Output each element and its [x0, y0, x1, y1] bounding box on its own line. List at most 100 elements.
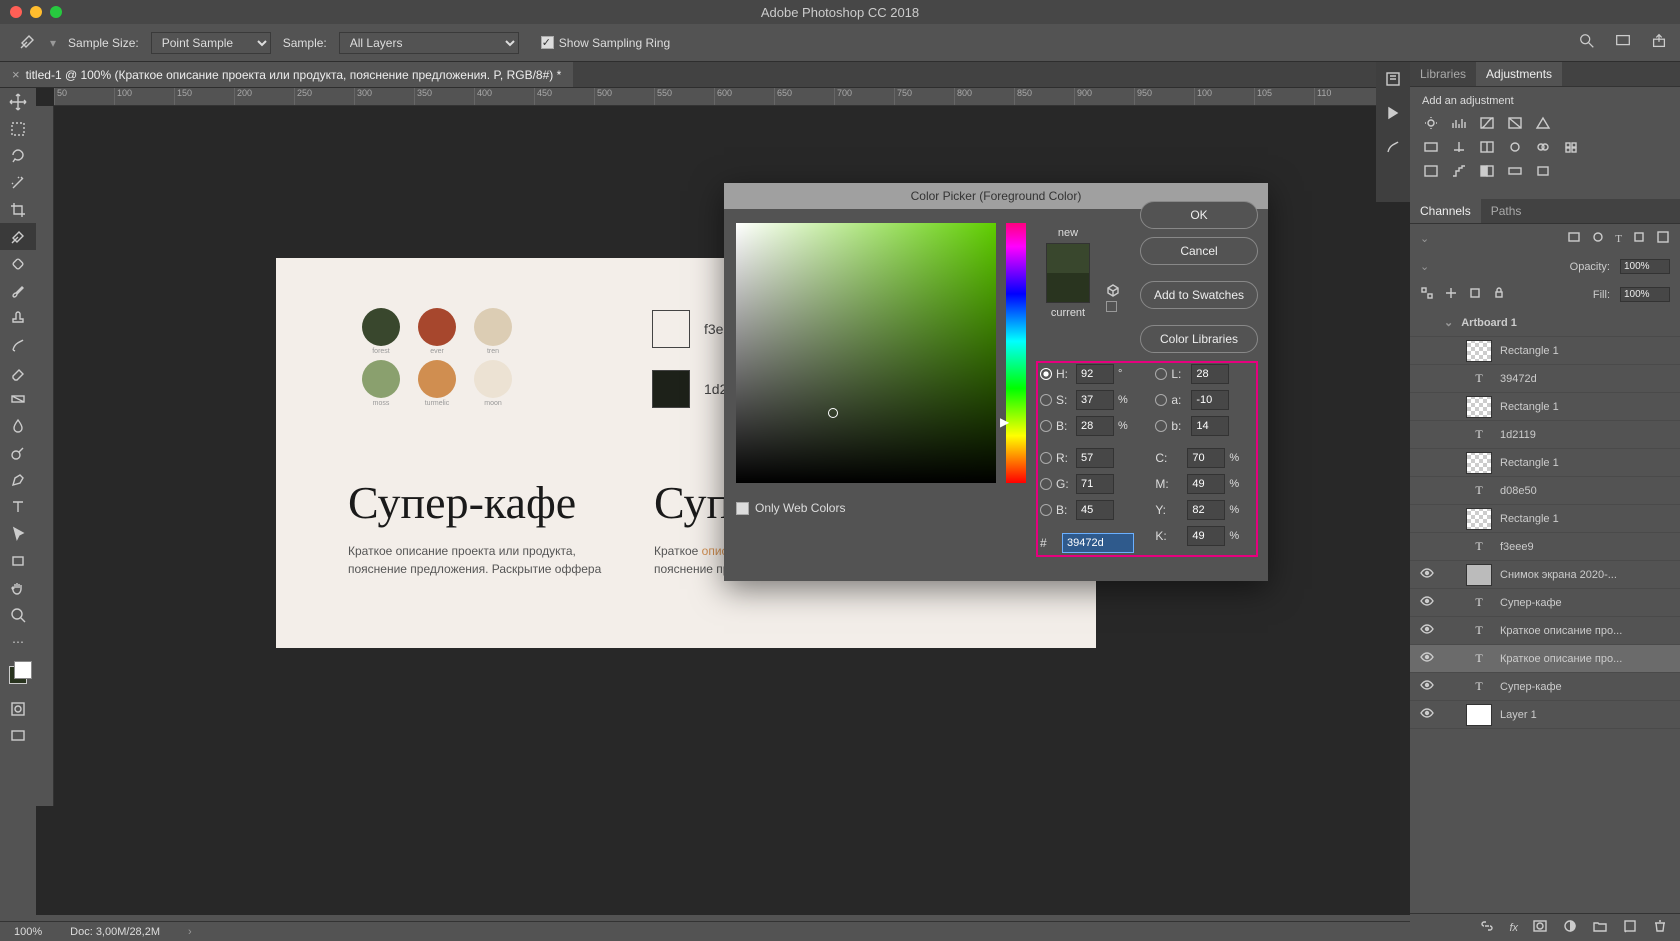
bb-input[interactable]	[1076, 500, 1114, 520]
b-radio[interactable]	[1155, 420, 1167, 432]
layer-row[interactable]: Rectangle 1	[1410, 449, 1680, 477]
g-radio[interactable]	[1040, 478, 1052, 490]
visibility-icon[interactable]	[1418, 596, 1436, 609]
lock-artboard-icon[interactable]	[1468, 286, 1482, 303]
fill-input[interactable]	[1620, 287, 1670, 302]
exposure-icon[interactable]	[1506, 115, 1524, 131]
selcolor-icon[interactable]	[1534, 163, 1552, 179]
s-radio[interactable]	[1040, 394, 1052, 406]
share-icon[interactable]	[1650, 32, 1668, 53]
type-tool[interactable]	[0, 493, 36, 520]
layer-row[interactable]: TКраткое описание про...	[1410, 617, 1680, 645]
s-input[interactable]	[1076, 390, 1114, 410]
layer-row[interactable]: TСупер-кафе	[1410, 589, 1680, 617]
layer-kind-chevron-icon[interactable]: ⌄	[1420, 232, 1429, 245]
l-radio[interactable]	[1155, 368, 1167, 380]
eraser-tool[interactable]	[0, 358, 36, 385]
group-icon[interactable]	[1592, 919, 1608, 936]
smart-filter-icon[interactable]	[1656, 230, 1670, 247]
marquee-tool[interactable]	[0, 115, 36, 142]
not-websafe-icon[interactable]	[1106, 301, 1117, 312]
gradient-tool[interactable]	[0, 385, 36, 412]
visibility-icon[interactable]	[1418, 680, 1436, 693]
layer-row[interactable]: Rectangle 1	[1410, 393, 1680, 421]
tab-paths[interactable]: Paths	[1481, 199, 1532, 223]
type-filter-icon[interactable]: T	[1615, 233, 1622, 245]
image-filter-icon[interactable]	[1567, 230, 1581, 247]
visibility-icon[interactable]	[1418, 568, 1436, 581]
sample-layers-select[interactable]: All Layers	[339, 32, 519, 54]
crop-tool[interactable]	[0, 196, 36, 223]
tab-channels[interactable]: Channels	[1410, 199, 1481, 223]
hex-input[interactable]	[1062, 533, 1134, 553]
mask-icon[interactable]	[1532, 919, 1548, 936]
l-input[interactable]	[1191, 364, 1229, 384]
bw-icon[interactable]	[1478, 139, 1496, 155]
gradientmap-icon[interactable]	[1506, 163, 1524, 179]
eyedropper-tool[interactable]	[0, 223, 36, 250]
blend-mode-chevron-icon[interactable]: ⌄	[1420, 260, 1429, 273]
maximize-window-icon[interactable]	[50, 6, 62, 18]
document-tab[interactable]: × titled-1 @ 100% (Краткое описание прое…	[0, 62, 573, 87]
colorbal-icon[interactable]	[1450, 139, 1468, 155]
link-layers-icon[interactable]	[1479, 919, 1495, 936]
visibility-icon[interactable]	[1418, 708, 1436, 721]
new-layer-icon[interactable]	[1622, 919, 1638, 936]
visibility-icon[interactable]	[1418, 624, 1436, 637]
fill-adjust-icon[interactable]	[1562, 919, 1578, 936]
m-input[interactable]	[1187, 474, 1225, 494]
adjust-filter-icon[interactable]	[1591, 230, 1605, 247]
brush-tool[interactable]	[0, 277, 36, 304]
colorlookup-icon[interactable]	[1562, 139, 1580, 155]
background-color[interactable]	[14, 661, 32, 679]
tab-libraries[interactable]: Libraries	[1410, 62, 1476, 86]
delete-layer-icon[interactable]	[1652, 919, 1668, 936]
brushes-panel-icon[interactable]	[1376, 130, 1410, 164]
h-radio[interactable]	[1040, 368, 1052, 380]
layer-row[interactable]: TКраткое описание про...	[1410, 645, 1680, 673]
move-tool[interactable]	[0, 88, 36, 115]
lock-all-icon[interactable]	[1492, 286, 1506, 303]
quick-mask-icon[interactable]	[0, 695, 36, 722]
layer-row[interactable]: Снимок экрана 2020-...	[1410, 561, 1680, 589]
bv-radio[interactable]	[1040, 420, 1052, 432]
posterize-icon[interactable]	[1450, 163, 1468, 179]
b-input[interactable]	[1191, 416, 1229, 436]
history-panel-icon[interactable]	[1376, 62, 1410, 96]
lasso-tool[interactable]	[0, 142, 36, 169]
lock-pixels-icon[interactable]	[1420, 286, 1434, 303]
blur-tool[interactable]	[0, 412, 36, 439]
r-input[interactable]	[1076, 448, 1114, 468]
opacity-input[interactable]	[1620, 259, 1670, 274]
add-to-swatches-button[interactable]: Add to Swatches	[1140, 281, 1258, 309]
photofilter-icon[interactable]	[1506, 139, 1524, 155]
close-tab-icon[interactable]: ×	[12, 67, 20, 82]
invert-icon[interactable]	[1422, 163, 1440, 179]
visibility-icon[interactable]	[1418, 652, 1436, 665]
shape-filter-icon[interactable]	[1632, 230, 1646, 247]
actions-panel-icon[interactable]	[1376, 96, 1410, 130]
status-chevron-icon[interactable]: ›	[188, 926, 192, 938]
chanmixer-icon[interactable]	[1534, 139, 1552, 155]
threshold-icon[interactable]	[1478, 163, 1496, 179]
hue-indicator-icon[interactable]: ▶	[1000, 415, 1006, 423]
hand-tool[interactable]	[0, 574, 36, 601]
hue-slider[interactable]	[1006, 223, 1026, 483]
g-input[interactable]	[1076, 474, 1114, 494]
a-input[interactable]	[1191, 390, 1229, 410]
search-icon[interactable]	[1578, 32, 1596, 53]
fx-icon[interactable]: fx	[1509, 922, 1518, 934]
color-picker-dialog[interactable]: Color Picker (Foreground Color) ▶ new cu…	[724, 183, 1268, 581]
eyedropper-icon[interactable]	[18, 31, 38, 54]
sv-cursor-icon[interactable]	[828, 408, 838, 418]
h-input[interactable]	[1076, 364, 1114, 384]
r-radio[interactable]	[1040, 452, 1052, 464]
dodge-tool[interactable]	[0, 439, 36, 466]
c-input[interactable]	[1187, 448, 1225, 468]
tool-preset-chevron-icon[interactable]: ▾	[50, 36, 56, 50]
vibrance-icon[interactable]	[1534, 115, 1552, 131]
rectangle-tool[interactable]	[0, 547, 36, 574]
web-colors-checkbox[interactable]	[736, 502, 749, 515]
layer-row[interactable]: Layer 1	[1410, 701, 1680, 729]
show-sampling-ring-checkbox[interactable]	[541, 36, 554, 49]
